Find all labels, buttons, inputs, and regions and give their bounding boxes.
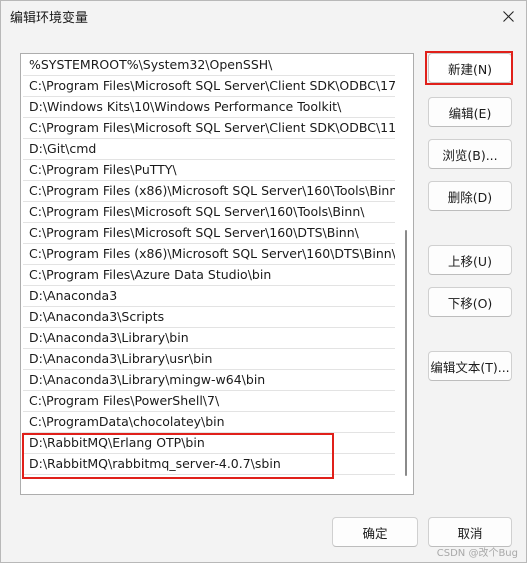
move-down-button[interactable]: 下移(O) xyxy=(428,287,512,317)
path-item[interactable]: C:\Program Files (x86)\Microsoft SQL Ser… xyxy=(23,244,395,265)
path-item[interactable]: D:\Windows Kits\10\Windows Performance T… xyxy=(23,97,395,118)
path-list[interactable]: %SYSTEMROOT%\System32\OpenSSH\ C:\Progra… xyxy=(20,53,414,495)
path-item[interactable]: D:\RabbitMQ\rabbitmq_server-4.0.7\sbin xyxy=(23,454,395,475)
path-item[interactable]: C:\Program Files\PowerShell\7\ xyxy=(23,391,395,412)
path-item[interactable]: D:\Anaconda3\Library\usr\bin xyxy=(23,349,395,370)
path-item[interactable]: C:\Program Files\Microsoft SQL Server\Cl… xyxy=(23,76,395,97)
edit-env-var-dialog: 编辑环境变量 %SYSTEMROOT%\System32\OpenSSH\ C:… xyxy=(0,0,527,563)
path-item[interactable]: D:\Anaconda3 xyxy=(23,286,395,307)
path-item[interactable]: D:\Git\cmd xyxy=(23,139,395,160)
browse-button[interactable]: 浏览(B)... xyxy=(428,139,512,169)
title-bar: 编辑环境变量 xyxy=(1,1,526,31)
path-item[interactable]: C:\Program Files\PuTTY\ xyxy=(23,160,395,181)
path-item[interactable]: C:\Program Files\Microsoft SQL Server\16… xyxy=(23,202,395,223)
cancel-button[interactable]: 取消 xyxy=(428,517,512,547)
path-item[interactable]: D:\RabbitMQ\Erlang OTP\bin xyxy=(23,433,395,454)
path-item[interactable]: D:\Anaconda3\Scripts xyxy=(23,307,395,328)
path-item[interactable]: %SYSTEMROOT%\System32\OpenSSH\ xyxy=(23,55,395,76)
close-icon xyxy=(502,10,514,22)
path-list-items: %SYSTEMROOT%\System32\OpenSSH\ C:\Progra… xyxy=(23,55,395,475)
watermark: CSDN @改个Bug xyxy=(436,548,518,559)
edit-text-button[interactable]: 编辑文本(T)... xyxy=(428,351,512,381)
path-item[interactable]: C:\Program Files\Microsoft SQL Server\16… xyxy=(23,223,395,244)
path-item[interactable]: C:\Program Files\Microsoft SQL Server\Cl… xyxy=(23,118,395,139)
path-item[interactable]: C:\ProgramData\chocolatey\bin xyxy=(23,412,395,433)
ok-button[interactable]: 确定 xyxy=(332,517,418,547)
vertical-scrollbar[interactable] xyxy=(399,54,413,494)
scrollbar-thumb[interactable] xyxy=(405,230,407,476)
dialog-title: 编辑环境变量 xyxy=(10,11,89,26)
delete-button[interactable]: 删除(D) xyxy=(428,181,512,211)
new-button[interactable]: 新建(N) xyxy=(428,53,512,83)
path-item[interactable]: D:\Anaconda3\Library\mingw-w64\bin xyxy=(23,370,395,391)
path-item[interactable]: C:\Program Files\Azure Data Studio\bin xyxy=(23,265,395,286)
close-button[interactable] xyxy=(496,4,520,28)
move-up-button[interactable]: 上移(U) xyxy=(428,245,512,275)
path-item[interactable]: D:\Anaconda3\Library\bin xyxy=(23,328,395,349)
path-item[interactable]: C:\Program Files (x86)\Microsoft SQL Ser… xyxy=(23,181,395,202)
edit-button[interactable]: 编辑(E) xyxy=(428,97,512,127)
